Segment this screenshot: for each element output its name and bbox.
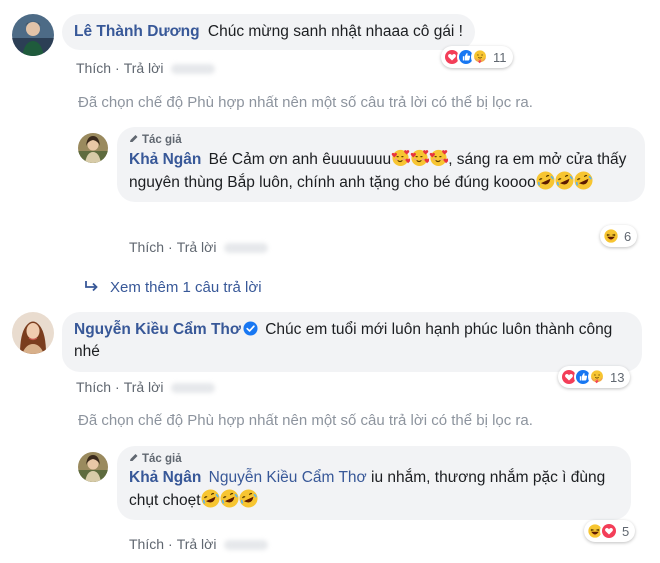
reply-actions: Thích · Trả lời <box>129 239 269 255</box>
avatar-photo-icon <box>12 312 54 354</box>
reaction-summary[interactable]: 5 <box>584 520 636 542</box>
verified-badge-icon <box>243 321 258 336</box>
reply-button[interactable]: Trả lời <box>177 536 217 552</box>
separator: · <box>168 536 173 552</box>
separator: · <box>168 239 173 255</box>
timestamp-blurred[interactable] <box>224 540 269 551</box>
like-button[interactable]: Thích <box>76 60 111 76</box>
timestamp-blurred[interactable] <box>171 64 216 75</box>
author-badge: Tác giả <box>129 133 633 147</box>
filter-notice: Đã chọn chế độ Phù hợp nhất nên một số c… <box>78 94 533 111</box>
comment-actions: Thích · Trả lời <box>76 60 216 76</box>
reaction-count: 5 <box>622 523 630 539</box>
comment-author[interactable]: Nguyễn Kiều Cẩm Thơ <box>74 321 241 338</box>
avatar[interactable] <box>12 312 54 354</box>
smiling-face-with-hearts-icon <box>429 148 448 167</box>
separator: · <box>115 60 120 76</box>
reply-arrow-icon <box>85 281 98 292</box>
view-more-replies-link[interactable]: Xem thêm 1 câu trả lời <box>84 279 262 296</box>
love-icon <box>600 522 618 540</box>
reaction-summary[interactable]: 6 <box>600 225 638 247</box>
rofl-icon <box>574 171 593 190</box>
reply-avatar[interactable] <box>78 133 108 163</box>
avatar[interactable] <box>12 14 54 56</box>
reply-bubble: Tác giả Khả Ngân Bé Cảm ơn anh êuuuuuuu,… <box>117 127 645 202</box>
reply-author[interactable]: Khả Ngân <box>129 151 201 168</box>
reply-avatar[interactable] <box>78 452 108 482</box>
reply-text-part1: Bé Cảm ơn anh êuuuuuuu <box>208 151 392 168</box>
rofl-icon <box>239 489 258 508</box>
like-button[interactable]: Thích <box>129 536 164 552</box>
reply-author[interactable]: Khả Ngân <box>129 469 201 486</box>
comment-actions: Thích · Trả lời <box>76 379 216 395</box>
smiling-face-with-hearts-icon <box>410 148 429 167</box>
reaction-count: 6 <box>624 228 632 244</box>
mention-link[interactable]: Nguyễn Kiều Cẩm Thơ <box>209 469 367 486</box>
reply-actions: Thích · Trả lời <box>129 536 269 552</box>
reaction-summary[interactable]: 13 <box>558 366 631 388</box>
comment-bubble: Nguyễn Kiều Cẩm Thơ Chúc em tuổi mới luô… <box>62 312 642 372</box>
reaction-count: 11 <box>493 49 507 65</box>
avatar-photo-icon <box>12 14 54 56</box>
reaction-count: 13 <box>610 369 625 385</box>
haha-icon <box>602 227 620 245</box>
rofl-icon <box>536 171 555 190</box>
reply-button[interactable]: Trả lời <box>124 60 164 76</box>
pencil-icon <box>130 454 138 461</box>
reply-button[interactable]: Trả lời <box>124 379 164 395</box>
author-badge: Tác giả <box>129 452 619 466</box>
reply-bubble: Tác giả Khả Ngân Nguyễn Kiều Cẩm Thơ iu … <box>117 446 631 520</box>
timestamp-blurred[interactable] <box>171 383 216 394</box>
pencil-icon <box>130 135 138 142</box>
rofl-icon <box>201 489 220 508</box>
filter-notice: Đã chọn chế độ Phù hợp nhất nên một số c… <box>78 412 533 429</box>
like-button[interactable]: Thích <box>76 379 111 395</box>
comment-text: Chúc mừng sanh nhật nhaaa cô gái ! <box>207 23 463 40</box>
comment-bubble: Lê Thành Dương Chúc mừng sanh nhật nhaaa… <box>62 14 475 50</box>
rofl-icon <box>220 489 239 508</box>
avatar-photo-icon <box>78 452 108 482</box>
avatar-photo-icon <box>78 133 108 163</box>
reply-button[interactable]: Trả lời <box>177 239 217 255</box>
rofl-icon <box>555 171 574 190</box>
care-icon <box>471 48 489 66</box>
comment-author[interactable]: Lê Thành Dương <box>74 23 200 40</box>
separator: · <box>115 379 120 395</box>
care-icon <box>588 368 606 386</box>
timestamp-blurred[interactable] <box>224 243 269 254</box>
reaction-summary[interactable]: 11 <box>441 46 513 68</box>
like-button[interactable]: Thích <box>129 239 164 255</box>
smiling-face-with-hearts-icon <box>391 148 410 167</box>
